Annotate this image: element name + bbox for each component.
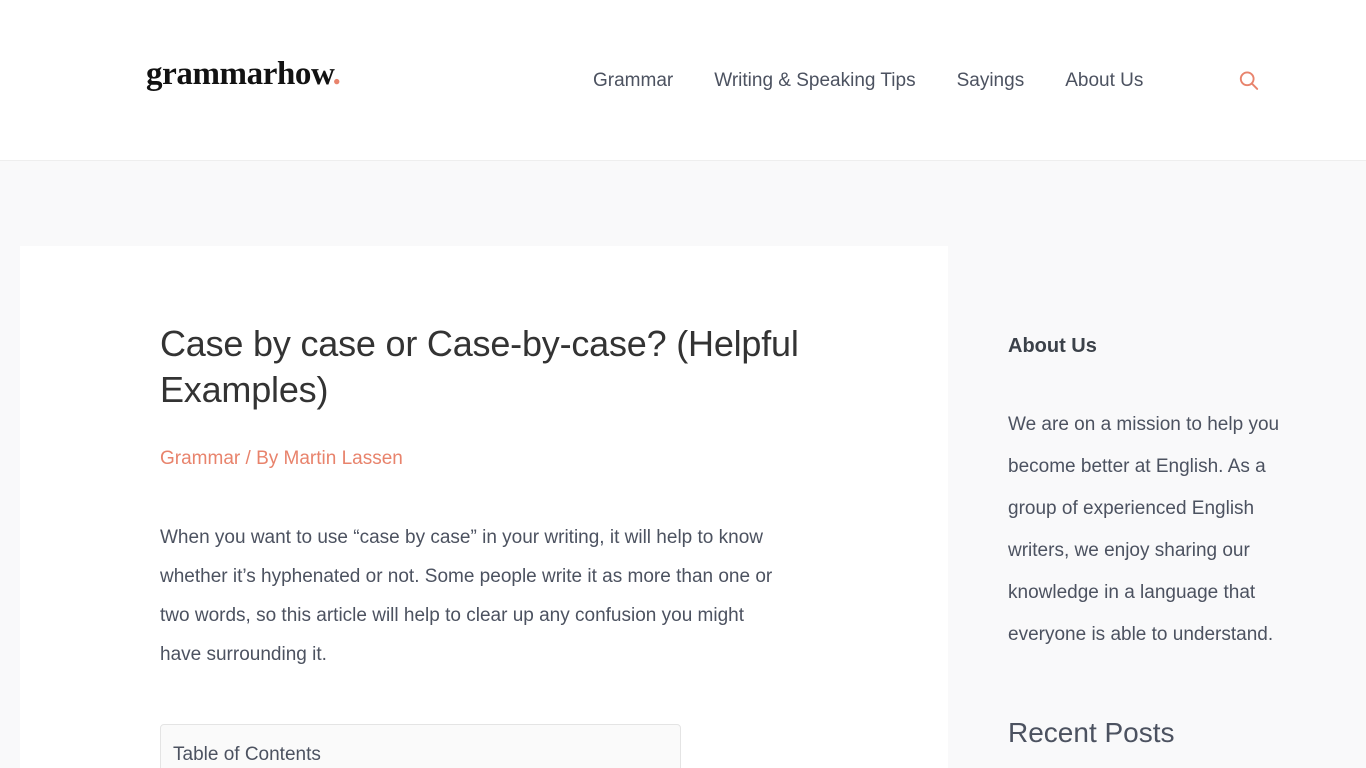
nav-item-sayings[interactable]: Sayings xyxy=(957,67,1025,95)
logo-text: grammarhow xyxy=(146,56,333,92)
search-icon[interactable] xyxy=(1237,69,1261,93)
recent-posts-list: is it correct to say errored xyxy=(1008,750,1318,768)
sidebar-heading-recent-posts: Recent Posts xyxy=(1008,717,1175,748)
site-header: grammarhow. Grammar Writing & Speaking T… xyxy=(0,0,1366,161)
table-of-contents-title: Table of Contents xyxy=(173,744,321,765)
sidebar-about-us-text: We are on a mission to help you become b… xyxy=(1008,414,1280,645)
widget-recent-posts: Recent Posts is it correct to say errore… xyxy=(1008,656,1318,768)
sidebar: About Us We are on a mission to help you… xyxy=(1008,246,1318,768)
page-body: Case by case or Case-by-case? (Helpful E… xyxy=(0,161,1366,768)
nav-item-grammar[interactable]: Grammar xyxy=(593,67,673,95)
site-logo[interactable]: grammarhow. xyxy=(146,58,341,91)
article-paragraph: When you want to use “case by case” in y… xyxy=(160,527,773,665)
meta-separator: / xyxy=(240,448,257,469)
nav-item-about-us[interactable]: About Us xyxy=(1065,67,1143,95)
main-navigation: Grammar Writing & Speaking Tips Sayings … xyxy=(593,67,1143,95)
page-title: Case by case or Case-by-case? (Helpful E… xyxy=(160,323,799,410)
article-meta: Grammar / By Martin Lassen xyxy=(160,446,403,472)
logo-dot: . xyxy=(332,56,341,92)
article-category-link[interactable]: Grammar xyxy=(160,448,240,469)
list-item: is it correct to say errored xyxy=(1008,750,1318,768)
widget-about-us: About Us We are on a mission to help you… xyxy=(1008,246,1318,656)
nav-item-writing-speaking-tips[interactable]: Writing & Speaking Tips xyxy=(714,67,915,95)
article-author-link[interactable]: By Martin Lassen xyxy=(256,448,403,469)
table-of-contents[interactable]: Table of Contents xyxy=(160,724,681,768)
article-card: Case by case or Case-by-case? (Helpful E… xyxy=(20,246,948,768)
sidebar-heading-about-us: About Us xyxy=(1008,335,1097,357)
article-body: When you want to use “case by case” in y… xyxy=(160,518,785,674)
